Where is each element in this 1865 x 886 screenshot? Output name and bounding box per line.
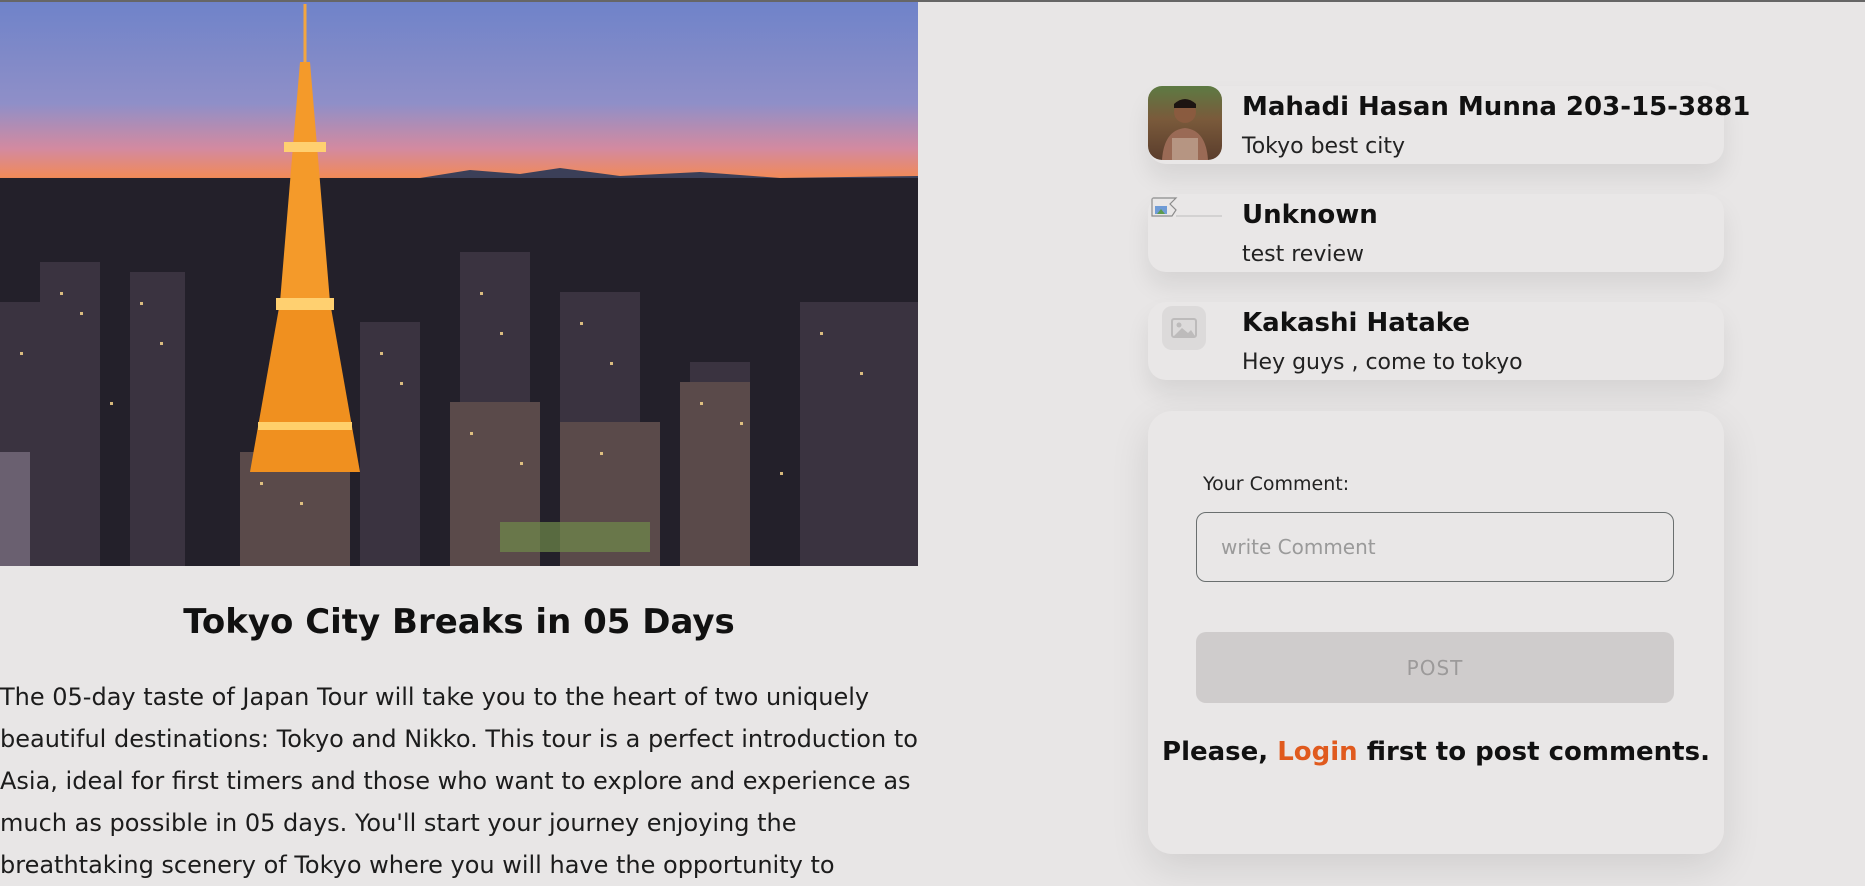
reviews-list: Mahadi Hasan Munna 203-15-3881 Tokyo bes… — [1148, 86, 1750, 410]
login-notice: Please, Login first to post comments. — [1148, 737, 1724, 767]
tokyo-hero-image — [0, 2, 918, 566]
image-placeholder-icon — [1162, 306, 1206, 350]
trip-description: The 05-day taste of Japan Tour will take… — [0, 683, 918, 879]
login-link[interactable]: Login — [1277, 737, 1357, 767]
review-text: test review — [1242, 242, 1364, 267]
reviewer-name: Unknown — [1242, 200, 1378, 230]
post-button[interactable]: POST — [1196, 632, 1674, 703]
reviewer-name: Mahadi Hasan Munna 203-15-3881 — [1242, 92, 1751, 122]
comment-label: Your Comment: — [1203, 473, 1350, 495]
broken-image-icon — [1148, 194, 1222, 268]
review-card: Unknown test review — [1148, 194, 1724, 272]
review-text: Tokyo best city — [1242, 134, 1406, 159]
review-text: Hey guys , come to tokyo — [1242, 350, 1523, 375]
reviewer-name: Kakashi Hatake — [1242, 308, 1470, 338]
login-suffix: first to post comments. — [1366, 737, 1710, 767]
comment-form: Your Comment: POST Please, Login first t… — [1148, 411, 1724, 854]
review-card: Mahadi Hasan Munna 203-15-3881 Tokyo bes… — [1148, 86, 1750, 164]
trip-title: Tokyo City Breaks in 05 Days — [183, 602, 735, 642]
reviewer-avatar — [1148, 86, 1222, 160]
comment-input[interactable] — [1196, 512, 1674, 582]
login-prefix: Please, — [1162, 737, 1269, 767]
review-card: Kakashi Hatake Hey guys , come to tokyo — [1148, 302, 1724, 380]
